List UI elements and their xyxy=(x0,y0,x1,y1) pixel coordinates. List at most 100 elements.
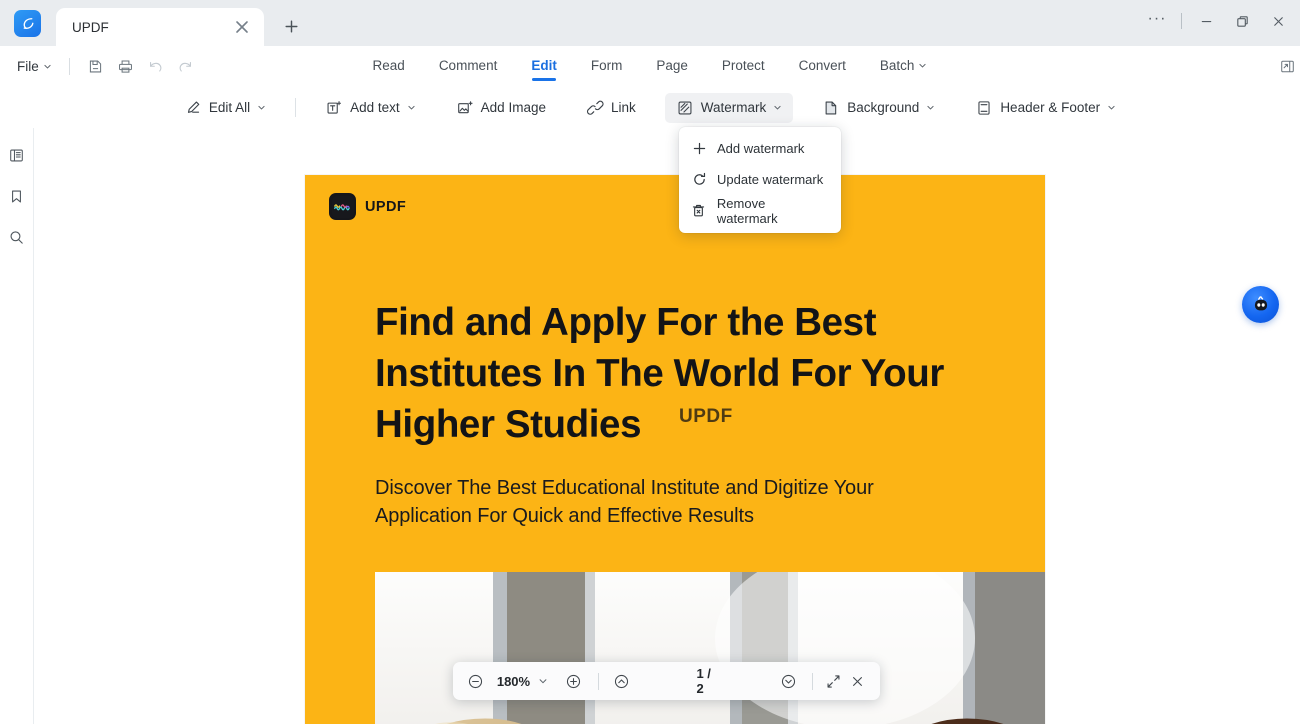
file-menu-button[interactable]: File xyxy=(11,55,58,78)
tab-protect[interactable]: Protect xyxy=(705,49,782,84)
ai-assistant-button[interactable] xyxy=(1242,286,1279,323)
watermark-icon xyxy=(676,99,694,117)
chevron-down-icon xyxy=(257,103,266,112)
toolbar-divider-2 xyxy=(811,672,813,690)
file-divider xyxy=(68,58,70,75)
refresh-icon xyxy=(691,172,707,187)
window-controls: ··· xyxy=(1139,0,1300,42)
ribbon-add-text-label: Add text xyxy=(350,100,400,115)
zoom-out-icon[interactable] xyxy=(467,668,485,694)
tab-read[interactable]: Read xyxy=(356,49,422,84)
window-maximize-button[interactable] xyxy=(1224,4,1260,38)
ribbon-add-image-label: Add Image xyxy=(480,100,546,115)
tab-strip: UPDF xyxy=(56,0,306,46)
ribbon-header-footer-button[interactable]: Header & Footer xyxy=(964,93,1127,123)
trash-icon xyxy=(691,203,707,218)
zoom-level-label[interactable]: 180% xyxy=(497,674,530,689)
tab-batch[interactable]: Batch xyxy=(863,49,945,84)
tab-read-label: Read xyxy=(372,58,405,73)
zoom-chevron-down-icon[interactable] xyxy=(538,676,548,686)
menu-item-add-watermark[interactable]: Add watermark xyxy=(679,133,841,164)
tab-batch-label: Batch xyxy=(879,58,915,73)
chevron-down-icon xyxy=(773,103,782,112)
tab-comment-label: Comment xyxy=(438,58,498,73)
window-minimize-button[interactable] xyxy=(1188,4,1224,38)
chevron-down-icon xyxy=(1107,103,1116,112)
document-viewer[interactable]: UPDF UPDF Find and Apply For the Best In… xyxy=(34,128,1300,724)
document-tab[interactable]: UPDF xyxy=(56,8,264,46)
menu-item-remove-watermark-label: Remove watermark xyxy=(716,195,778,226)
window-close-button[interactable] xyxy=(1260,4,1296,38)
menu-bar: File Read Comment Edit Form Page Protect… xyxy=(0,46,1300,87)
page-indicator-label[interactable]: 1 / 2 xyxy=(696,666,713,696)
thumbnails-icon[interactable] xyxy=(4,142,30,168)
edit-ribbon-toolbar: Edit All Add text Add Image Link Waterma… xyxy=(0,87,1300,129)
document-headline[interactable]: Find and Apply For the Best Institutes I… xyxy=(375,297,945,450)
undo-icon[interactable] xyxy=(141,53,171,81)
document-photo xyxy=(375,572,1045,724)
ribbon-edit-all-button[interactable]: Edit All xyxy=(173,93,277,123)
new-tab-button[interactable] xyxy=(276,11,306,41)
ribbon-header-footer-label: Header & Footer xyxy=(1000,100,1101,115)
ribbon-background-label: Background xyxy=(847,100,920,115)
chevron-down-circle-icon[interactable] xyxy=(780,668,798,694)
background-icon xyxy=(822,99,840,117)
ribbon-watermark-button[interactable]: Watermark xyxy=(664,92,794,123)
tab-convert-label: Convert xyxy=(798,58,846,73)
bookmark-icon[interactable] xyxy=(4,183,30,209)
tab-convert[interactable]: Convert xyxy=(782,49,863,84)
ribbon-link-button[interactable]: Link xyxy=(575,93,647,123)
updf-doc-logo xyxy=(329,193,356,220)
add-image-icon xyxy=(456,99,474,117)
document-brand-header: UPDF xyxy=(329,193,406,220)
ribbon-add-image-button[interactable]: Add Image xyxy=(445,93,557,123)
tab-comment[interactable]: Comment xyxy=(422,49,515,84)
ribbon-background-button[interactable]: Background xyxy=(811,93,946,123)
tab-form[interactable]: Form xyxy=(574,49,640,84)
pdf-page[interactable]: UPDF UPDF Find and Apply For the Best In… xyxy=(305,175,1045,724)
tab-close-icon[interactable] xyxy=(232,17,252,37)
zoom-in-icon[interactable] xyxy=(564,668,582,694)
ai-robot-icon xyxy=(1254,295,1267,310)
print-icon[interactable] xyxy=(111,53,141,81)
tab-protect-label: Protect xyxy=(721,58,765,73)
tab-title: UPDF xyxy=(72,19,109,35)
tab-edit[interactable]: Edit xyxy=(514,49,574,84)
search-icon[interactable] xyxy=(4,224,30,250)
file-menu-label: File xyxy=(17,59,39,74)
ribbon-link-label: Link xyxy=(610,100,636,115)
plus-icon xyxy=(691,141,707,156)
header-footer-icon xyxy=(975,99,993,117)
edit-pencil-icon xyxy=(184,99,202,117)
chevron-down-icon xyxy=(407,103,416,112)
chevron-up-circle-icon[interactable] xyxy=(613,668,631,694)
tab-page-label: Page xyxy=(656,58,688,73)
ribbon-add-text-button[interactable]: Add text xyxy=(314,93,427,123)
document-brand-label: UPDF xyxy=(365,198,407,215)
ribbon-watermark-label: Watermark xyxy=(700,100,767,115)
chevron-down-icon xyxy=(43,62,52,71)
link-icon xyxy=(586,99,604,117)
file-menu-group: File xyxy=(0,53,201,81)
redo-icon[interactable] xyxy=(171,53,201,81)
expand-panel-icon[interactable] xyxy=(1274,53,1300,81)
close-toolbar-icon[interactable] xyxy=(848,668,866,694)
toolbar-divider-1 xyxy=(597,672,599,690)
updf-application-window: UPDF ··· File Read Comment Edit Form Pag… xyxy=(0,0,1300,724)
left-sidebar-rail xyxy=(0,128,34,724)
menu-item-update-watermark[interactable]: Update watermark xyxy=(679,164,841,195)
chevron-down-icon xyxy=(918,61,927,70)
updf-app-logo xyxy=(14,10,41,37)
tab-page[interactable]: Page xyxy=(639,49,705,84)
title-bar: UPDF ··· xyxy=(0,0,1300,46)
more-icon: ··· xyxy=(1147,9,1167,27)
tab-form-label: Form xyxy=(590,58,623,73)
save-icon[interactable] xyxy=(81,53,111,81)
page-navigation-toolbar: 180% 1 / 2 xyxy=(453,662,880,700)
menu-item-add-watermark-label: Add watermark xyxy=(717,141,805,156)
document-subheadline[interactable]: Discover The Best Educational Institute … xyxy=(375,474,905,530)
window-more-button[interactable]: ··· xyxy=(1139,4,1175,38)
expand-diagonal-icon[interactable] xyxy=(824,668,842,694)
menu-item-remove-watermark[interactable]: Remove watermark xyxy=(679,195,841,226)
tab-edit-label: Edit xyxy=(531,58,557,73)
